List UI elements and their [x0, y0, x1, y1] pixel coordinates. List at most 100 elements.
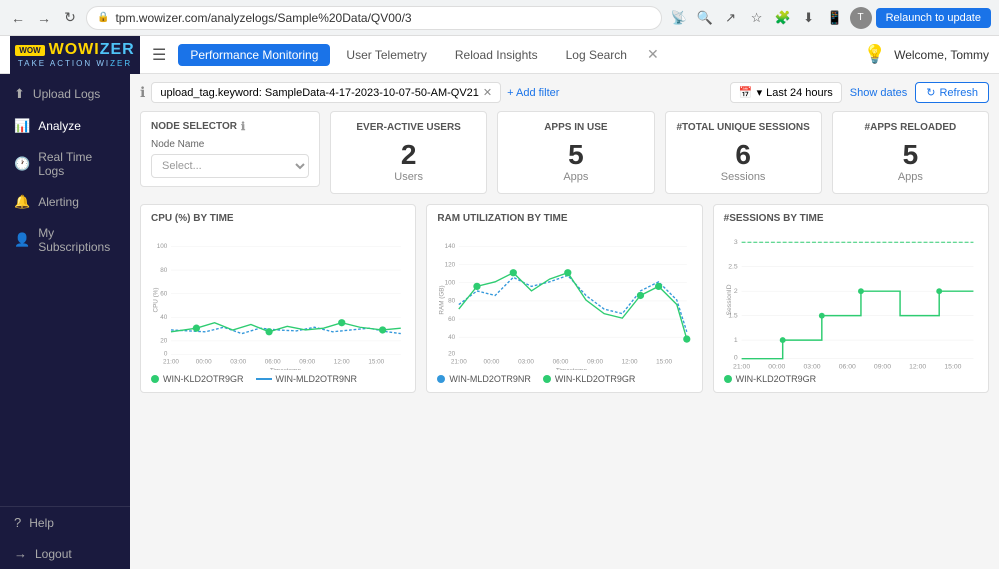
svg-text:CPU (%): CPU (%): [152, 287, 159, 312]
hamburger-button[interactable]: ☰: [148, 41, 170, 69]
filter-tag-close[interactable]: ✕: [483, 86, 492, 99]
back-button[interactable]: ←: [8, 8, 28, 28]
svg-text:03:00: 03:00: [230, 359, 246, 366]
reload-button[interactable]: ↻: [60, 8, 80, 28]
svg-text:21:00: 21:00: [451, 359, 467, 366]
address-bar[interactable]: 🔒 tpm.wowizer.com/analyzelogs/Sample%20D…: [86, 6, 662, 30]
stat-value-2: 6: [735, 141, 751, 169]
svg-text:3: 3: [734, 239, 738, 246]
svg-text:20: 20: [448, 350, 456, 357]
tab-reload-insights[interactable]: Reload Insights: [443, 44, 550, 66]
cast-icon[interactable]: 📡: [668, 7, 690, 29]
svg-text:09:00: 09:00: [874, 363, 891, 370]
legend-item-0: WIN-KLD2OTR9GR: [151, 374, 244, 384]
legend-dot-green2: [543, 375, 551, 383]
filter-help-icon[interactable]: ℹ: [140, 84, 145, 101]
stat-value-3: 5: [903, 141, 919, 169]
cpu-chart-card: CPU (%) BY TIME 100 80 60 40 20 0 CPU (%…: [140, 204, 416, 393]
download-icon[interactable]: ⬇: [798, 7, 820, 29]
toolbar-row: ℹ upload_tag.keyword: SampleData-4-17-20…: [140, 82, 989, 103]
puzzle-icon[interactable]: 🧩: [772, 7, 794, 29]
cpu-chart-title: CPU (%) BY TIME: [151, 213, 405, 224]
chevron-down-icon: ▾: [757, 86, 763, 99]
svg-text:80: 80: [448, 298, 456, 305]
help-icon: ?: [14, 515, 21, 530]
svg-text:140: 140: [445, 243, 456, 250]
analyze-icon: 📊: [14, 118, 30, 134]
ram-legend-label-1: WIN-KLD2OTR9GR: [555, 374, 636, 384]
cpu-chart-legend: WIN-KLD2OTR9GR WIN-MLD2OTR9NR: [151, 374, 405, 384]
ram-legend-item-0: WIN-MLD2OTR9NR: [437, 374, 531, 384]
svg-text:09:00: 09:00: [299, 359, 315, 366]
content-area: ℹ upload_tag.keyword: SampleData-4-17-20…: [130, 74, 999, 569]
cpu-chart-svg: 100 80 60 40 20 0 CPU (%): [151, 230, 405, 370]
sidebar-item-subscriptions[interactable]: 👤 My Subscriptions: [0, 218, 130, 262]
svg-text:40: 40: [448, 334, 456, 341]
sidebar-item-alerting[interactable]: 🔔 Alerting: [0, 186, 130, 218]
node-select-dropdown[interactable]: Select...: [151, 154, 309, 178]
stat-card-ever-active-users: EVER-ACTIVE USERS 2 Users: [330, 111, 487, 194]
svg-text:15:00: 15:00: [368, 359, 384, 366]
tab-user-telemetry[interactable]: User Telemetry: [334, 44, 438, 66]
sidebar-item-logout[interactable]: → Logout: [0, 538, 130, 569]
stat-card-apps-reloaded: #APPS RELOADED 5 Apps: [832, 111, 989, 194]
sidebar-item-real-time-logs[interactable]: 🕐 Real Time Logs: [0, 142, 130, 186]
legend-label-0: WIN-KLD2OTR9GR: [163, 374, 244, 384]
tab-performance-monitoring[interactable]: Performance Monitoring: [178, 44, 330, 66]
svg-text:0: 0: [164, 350, 168, 357]
svg-text:1: 1: [734, 337, 738, 344]
user-icon: 💡: [864, 44, 886, 65]
tablet-icon[interactable]: 📱: [824, 7, 846, 29]
ram-chart-card: RAM UTILIZATION BY TIME 140 120 100 80 6…: [426, 204, 702, 393]
logo: WOW WOWIZER TAKE ACTION WIZER: [10, 36, 140, 74]
star-icon[interactable]: ☆: [746, 7, 768, 29]
ram-chart-title: RAM UTILIZATION BY TIME: [437, 213, 691, 224]
sidebar-item-help[interactable]: ? Help: [0, 507, 130, 538]
svg-text:06:00: 06:00: [553, 359, 569, 366]
calendar-icon: 📅: [739, 86, 753, 99]
refresh-button[interactable]: ↻ Refresh: [915, 82, 989, 103]
forward-button[interactable]: →: [34, 8, 54, 28]
search-icon[interactable]: 🔍: [694, 7, 716, 29]
svg-text:15:00: 15:00: [656, 359, 672, 366]
subscriptions-icon: 👤: [14, 232, 30, 248]
stats-row: NODE SELECTOR ℹ Node Name Select... EVER…: [140, 111, 989, 194]
svg-text:12:00: 12:00: [622, 359, 638, 366]
sessions-legend-label-0: WIN-KLD2OTR9GR: [736, 374, 817, 384]
show-dates-button[interactable]: Show dates: [850, 87, 907, 99]
svg-text:60: 60: [448, 316, 456, 323]
sidebar-label-alerting: Alerting: [38, 195, 79, 209]
svg-text:00:00: 00:00: [768, 363, 785, 370]
sessions-legend-dot: [724, 375, 732, 383]
sidebar-item-analyze[interactable]: 📊 Analyze: [0, 110, 130, 142]
svg-text:RAM (GB): RAM (GB): [439, 285, 446, 314]
svg-text:2: 2: [734, 288, 738, 295]
svg-text:Timestamp: Timestamp: [270, 368, 302, 370]
sidebar-label-analyze: Analyze: [38, 119, 81, 133]
avatar[interactable]: T: [850, 7, 872, 29]
stat-sub-0: Users: [394, 171, 423, 183]
share-icon[interactable]: ↗: [720, 7, 742, 29]
nav-tabs: Performance Monitoring User Telemetry Re…: [178, 44, 855, 66]
stat-label-0: EVER-ACTIVE USERS: [356, 122, 460, 133]
stat-label-2: #TOTAL UNIQUE SESSIONS: [676, 122, 809, 133]
ram-chart-area: 140 120 100 80 60 40 20 RAM (GB): [437, 230, 691, 370]
svg-text:12:00: 12:00: [909, 363, 926, 370]
tab-close-icon[interactable]: ✕: [643, 46, 663, 63]
legend-dot-green: [151, 375, 159, 383]
svg-text:80: 80: [160, 267, 168, 274]
sidebar-item-upload-logs[interactable]: ⬆ Upload Logs: [0, 78, 130, 110]
tab-log-search[interactable]: Log Search: [554, 44, 639, 66]
lock-icon: 🔒: [97, 12, 109, 23]
add-filter-button[interactable]: + Add filter: [507, 87, 559, 99]
svg-text:SessionID: SessionID: [726, 284, 733, 315]
svg-text:120: 120: [445, 261, 456, 268]
date-range-picker[interactable]: 📅 ▾ Last 24 hours: [730, 82, 842, 103]
sidebar-label-upload: Upload Logs: [33, 87, 100, 101]
svg-text:03:00: 03:00: [803, 363, 820, 370]
date-range-text: Last 24 hours: [766, 87, 833, 99]
stat-sub-3: Apps: [898, 171, 923, 183]
refresh-icon: ↻: [926, 86, 935, 99]
relaunch-button[interactable]: Relaunch to update: [876, 8, 991, 28]
svg-text:100: 100: [157, 243, 168, 250]
